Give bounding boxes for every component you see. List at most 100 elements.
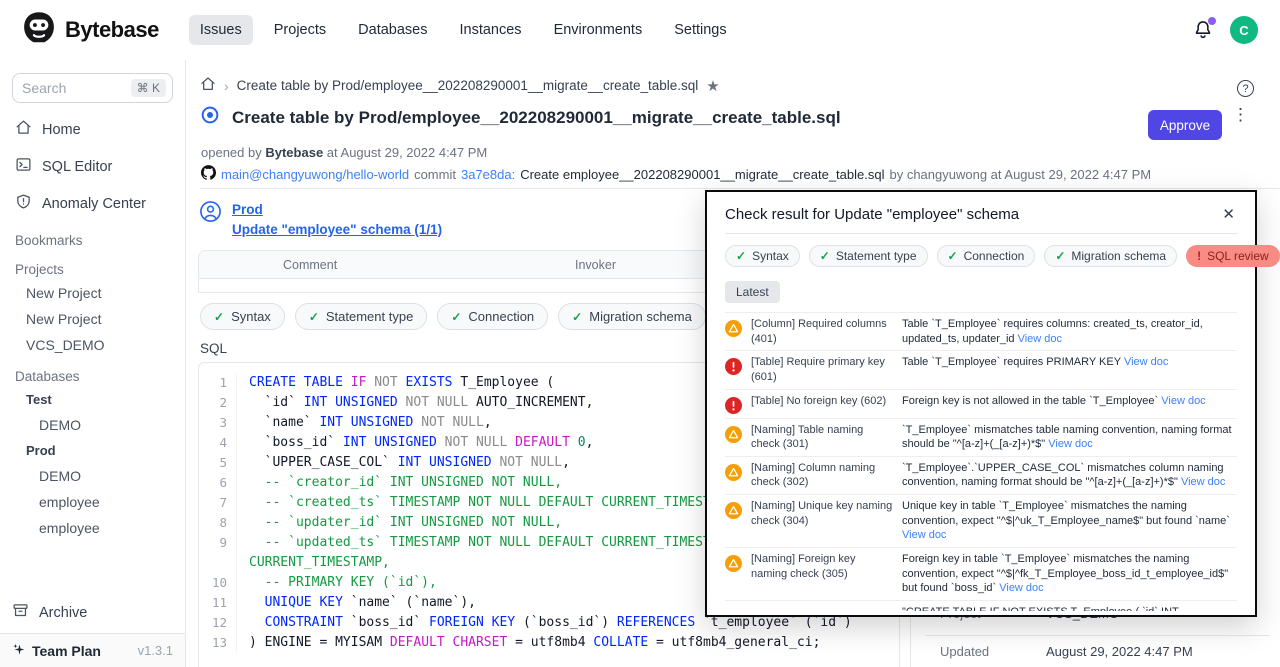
rule-description: Table `T_Employee` requires columns: cre…	[902, 317, 1237, 346]
breadcrumb-separator: ›	[224, 78, 229, 94]
database-item-demo[interactable]: DEMO	[12, 463, 173, 489]
search-input[interactable]: Search ⌘ K	[12, 73, 173, 103]
view-doc-link[interactable]: View doc	[1124, 356, 1168, 368]
check-icon: ✓	[1055, 249, 1065, 263]
check-result-list: [Column] Required columns (401)Table `T_…	[725, 312, 1237, 611]
check-pill-migration-schema[interactable]: ✓Migration schema	[558, 303, 706, 330]
database-item-employee[interactable]: employee	[12, 515, 173, 541]
assignee-icon	[199, 200, 222, 239]
approve-button[interactable]: Approve	[1148, 110, 1222, 140]
database-item-test[interactable]: Test	[12, 387, 173, 412]
check-icon: ✓	[309, 310, 319, 324]
check-pill-sql-review[interactable]: !SQL review	[1186, 245, 1280, 267]
notifications-bell-icon[interactable]	[1192, 19, 1214, 41]
sidebar-item-anomaly-center[interactable]: Anomaly Center	[12, 185, 173, 222]
check-pill-connection[interactable]: ✓Connection	[437, 303, 548, 330]
check-pill-label: Syntax	[752, 249, 789, 263]
issue-author: Bytebase	[265, 145, 323, 160]
code-text: CURRENT_TIMESTAMP,	[237, 553, 390, 573]
view-doc-link[interactable]: View doc	[1018, 333, 1062, 345]
code-line: 13) ENGINE = MYISAM DEFAULT CHARSET = ut…	[199, 633, 899, 653]
code-text: `name` INT UNSIGNED NOT NULL,	[237, 413, 492, 433]
sparkle-icon	[12, 642, 27, 660]
sidebar-item-home[interactable]: Home	[12, 111, 173, 148]
bytebase-logo[interactable]: Bytebase	[22, 11, 159, 50]
view-doc-link[interactable]: View doc	[999, 582, 1043, 594]
rule-description: `T_Employee` mismatches table naming con…	[902, 423, 1237, 452]
tab-environments[interactable]: Environments	[543, 15, 654, 45]
projects-list: New ProjectNew ProjectVCS_DEMO	[12, 280, 173, 358]
check-result-row: [Column] Required columns (401)Table `T_…	[725, 312, 1237, 350]
line-number: 12	[199, 613, 237, 633]
top-navbar: Bytebase Issues Projects Databases Instance…	[0, 0, 1280, 60]
environment-link[interactable]: Prod	[232, 200, 442, 220]
check-result-row: [Naming] Column naming check (302)`T_Emp…	[725, 456, 1237, 494]
close-icon[interactable]: ✕	[1220, 205, 1237, 223]
database-item-employee[interactable]: employee	[12, 489, 173, 515]
project-item-vcs-demo[interactable]: VCS_DEMO	[12, 332, 173, 358]
check-pill-statement-type[interactable]: ✓Statement type	[809, 245, 928, 267]
divider	[725, 233, 1237, 234]
check-pill-label: SQL review	[1207, 249, 1269, 263]
check-pill-syntax[interactable]: ✓Syntax	[200, 303, 285, 330]
code-text: CREATE TABLE IF NOT EXISTS T_Employee (	[237, 373, 554, 393]
check-result-row: [Naming] Table naming check (301)`T_Empl…	[725, 418, 1237, 456]
line-number: 13	[199, 633, 237, 653]
commit-line: main@changyuwong/hello-world commit 3a7e…	[201, 165, 1151, 183]
tab-settings[interactable]: Settings	[663, 15, 737, 45]
line-number: 9	[199, 533, 237, 553]
home-icon[interactable]	[200, 76, 216, 95]
database-item-prod[interactable]: Prod	[12, 438, 173, 463]
check-icon: ✓	[820, 249, 830, 263]
tab-projects[interactable]: Projects	[263, 15, 337, 45]
view-doc-link[interactable]: View doc	[1048, 438, 1092, 450]
column-header-comment: Comment	[283, 258, 337, 272]
tab-instances[interactable]: Instances	[448, 15, 532, 45]
user-avatar[interactable]: C	[1230, 16, 1258, 44]
modal-check-pills: ✓Syntax✓Statement type✓Connection✓Migrat…	[725, 245, 1237, 267]
line-number: 4	[199, 433, 237, 453]
line-number: 1	[199, 373, 237, 393]
commit-sha-link[interactable]: 3a7e8da:	[461, 167, 515, 182]
sidebar-nav: Home SQL Editor Anomaly Center	[12, 111, 173, 222]
warning-icon	[725, 426, 742, 443]
line-number: 6	[199, 473, 237, 493]
more-actions-icon[interactable]: ⋮	[1232, 110, 1248, 120]
rule-name: [Table] Require primary key (601)	[751, 355, 893, 384]
check-result-row: [Naming] Foreign key naming check (305)F…	[725, 547, 1237, 600]
sidebar-item-label: SQL Editor	[42, 159, 112, 175]
sidebar-item-archive[interactable]: Archive	[12, 602, 87, 623]
check-pill-statement-type[interactable]: ✓Statement type	[295, 303, 428, 330]
rule-description: `T_Employee`.`UPPER_CASE_COL` mismatches…	[902, 461, 1237, 490]
check-pill-migration-schema[interactable]: ✓Migration schema	[1044, 245, 1177, 267]
check-pill-label: Migration schema	[589, 309, 692, 324]
check-pill-connection[interactable]: ✓Connection	[937, 245, 1036, 267]
database-item-demo[interactable]: DEMO	[12, 412, 173, 438]
check-pill-syntax[interactable]: ✓Syntax	[725, 245, 800, 267]
project-item-new-project[interactable]: New Project	[12, 306, 173, 332]
line-number	[199, 553, 237, 573]
commit-author-time: by changyuwong at August 29, 2022 4:47 P…	[889, 167, 1151, 182]
left-sidebar: Search ⌘ K HomeSQL EditorAnomaly Center …	[0, 60, 186, 667]
bookmark-star-icon[interactable]: ★	[706, 77, 719, 95]
help-icon[interactable]: ?	[1237, 80, 1254, 97]
tab-issues[interactable]: Issues	[189, 15, 253, 45]
project-item-new-project[interactable]: New Project	[12, 280, 173, 306]
team-plan-link[interactable]: Team Plan	[12, 642, 101, 660]
sidebar-item-sql-editor[interactable]: SQL Editor	[12, 148, 173, 185]
view-doc-link[interactable]: View doc	[1161, 395, 1205, 407]
line-number: 10	[199, 573, 237, 593]
column-header-invoker: Invoker	[575, 258, 616, 272]
breadcrumb-path[interactable]: Create table by Prod/employee__202208290…	[237, 78, 699, 93]
line-number: 7	[199, 493, 237, 513]
rule-name: [Naming] Unique key naming check (304)	[751, 499, 893, 543]
tab-databases[interactable]: Databases	[347, 15, 438, 45]
task-link[interactable]: Update "employee" schema (1/1)	[232, 220, 442, 240]
check-pill-label: Connection	[468, 309, 534, 324]
repo-branch-link[interactable]: main@changyuwong/hello-world	[221, 167, 409, 182]
latest-button[interactable]: Latest	[725, 281, 780, 303]
view-doc-link[interactable]: View doc	[1181, 476, 1225, 488]
view-doc-link[interactable]: View doc	[902, 529, 946, 541]
check-pill-label: Syntax	[231, 309, 271, 324]
rule-name	[751, 605, 893, 611]
